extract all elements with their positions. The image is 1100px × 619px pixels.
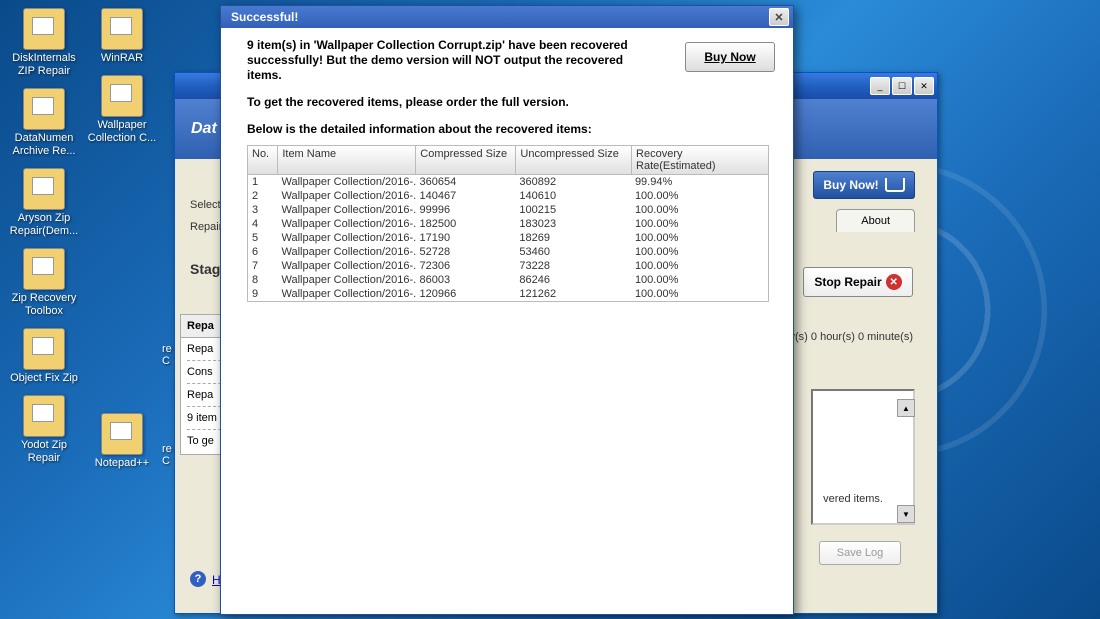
icon-label: Aryson Zip Repair(Dem... <box>8 212 80 238</box>
recovered-items-table: No. Item Name Compressed Size Uncompress… <box>247 145 769 302</box>
icon-label: Yodot Zip Repair <box>8 439 80 465</box>
cart-icon <box>885 178 905 192</box>
desktop-icon[interactable]: Wallpaper Collection C... <box>86 75 158 145</box>
desktop-icon[interactable]: DiskInternals ZIP Repair <box>8 8 80 78</box>
minimize-button[interactable]: _ <box>870 77 890 95</box>
col-rate[interactable]: Recovery Rate(Estimated) <box>632 146 768 174</box>
stop-repair-button[interactable]: Stop Repair✕ <box>803 267 913 297</box>
bg-text: reC <box>162 443 172 467</box>
buy-now-button[interactable]: Buy Now <box>685 42 775 72</box>
close-button[interactable]: ✕ <box>914 77 934 95</box>
desktop-icon[interactable]: Object Fix Zip <box>8 328 80 385</box>
desktop-icon[interactable]: WinRAR <box>86 8 158 65</box>
app-icon <box>23 248 65 290</box>
dialog-titlebar[interactable]: Successful! ✕ <box>221 6 793 28</box>
icon-label: Object Fix Zip <box>10 372 78 385</box>
table-row[interactable]: 5Wallpaper Collection/2016-...1719018269… <box>248 231 768 245</box>
app-icon <box>23 8 65 50</box>
icon-label: DiskInternals ZIP Repair <box>8 52 80 78</box>
app-icon <box>23 88 65 130</box>
icon-label: Wallpaper Collection C... <box>86 119 158 145</box>
desktop-icon[interactable]: DataNumen Archive Re... <box>8 88 80 158</box>
table-row[interactable]: 7Wallpaper Collection/2016-...7230673228… <box>248 259 768 273</box>
buy-now-button[interactable]: Buy Now! <box>813 171 915 199</box>
scroll-down-button[interactable]: ▼ <box>897 505 915 523</box>
app-icon <box>23 395 65 437</box>
desktop-icon[interactable]: Notepad++ <box>86 413 158 470</box>
stop-icon: ✕ <box>886 274 902 290</box>
bg-text: reC <box>162 343 172 367</box>
app-icon <box>23 168 65 210</box>
save-log-button[interactable]: Save Log <box>819 541 901 565</box>
close-icon[interactable]: ✕ <box>769 8 789 26</box>
table-row[interactable]: 2Wallpaper Collection/2016-...1404671406… <box>248 189 768 203</box>
col-compressed[interactable]: Compressed Size <box>416 146 516 174</box>
app-icon <box>101 75 143 117</box>
icon-label: Zip Recovery Toolbox <box>8 292 80 318</box>
time-remaining: day(s) 0 hour(s) 0 minute(s) <box>777 331 913 343</box>
table-row[interactable]: 6Wallpaper Collection/2016-...5272853460… <box>248 245 768 259</box>
table-header[interactable]: No. Item Name Compressed Size Uncompress… <box>248 146 768 175</box>
order-message: To get the recovered items, please order… <box>247 95 647 110</box>
success-message: 9 item(s) in 'Wallpaper Collection Corru… <box>247 38 647 83</box>
table-row[interactable]: 1Wallpaper Collection/2016-...3606543608… <box>248 175 768 189</box>
col-name[interactable]: Item Name <box>278 146 416 174</box>
icon-label: Notepad++ <box>95 457 149 470</box>
table-row[interactable]: 3Wallpaper Collection/2016-...9999610021… <box>248 203 768 217</box>
maximize-button[interactable]: ☐ <box>892 77 912 95</box>
col-no[interactable]: No. <box>248 146 278 174</box>
col-uncompressed[interactable]: Uncompressed Size <box>516 146 632 174</box>
app-icon <box>101 413 143 455</box>
app-icon <box>23 328 65 370</box>
desktop-icon[interactable]: Yodot Zip Repair <box>8 395 80 465</box>
table-row[interactable]: 9Wallpaper Collection/2016-...1209661212… <box>248 287 768 301</box>
info-message: Below is the detailed information about … <box>247 122 647 137</box>
desktop-icon[interactable]: Zip Recovery Toolbox <box>8 248 80 318</box>
success-dialog: Successful! ✕ 9 item(s) in 'Wallpaper Co… <box>220 5 794 615</box>
table-row[interactable]: 8Wallpaper Collection/2016-...8600386246… <box>248 273 768 287</box>
icon-label: DataNumen Archive Re... <box>8 132 80 158</box>
icon-label: WinRAR <box>101 52 143 65</box>
help-icon[interactable]: ? <box>190 571 206 587</box>
log-text: vered items. <box>823 493 883 505</box>
table-row[interactable]: 4Wallpaper Collection/2016-...1825001830… <box>248 217 768 231</box>
scroll-up-button[interactable]: ▲ <box>897 399 915 417</box>
dialog-title: Successful! <box>231 10 298 24</box>
desktop-icon[interactable]: Aryson Zip Repair(Dem... <box>8 168 80 238</box>
app-icon <box>101 8 143 50</box>
desktop: DiskInternals ZIP Repair DataNumen Archiv… <box>0 0 1100 619</box>
tab-about[interactable]: About <box>836 209 915 232</box>
